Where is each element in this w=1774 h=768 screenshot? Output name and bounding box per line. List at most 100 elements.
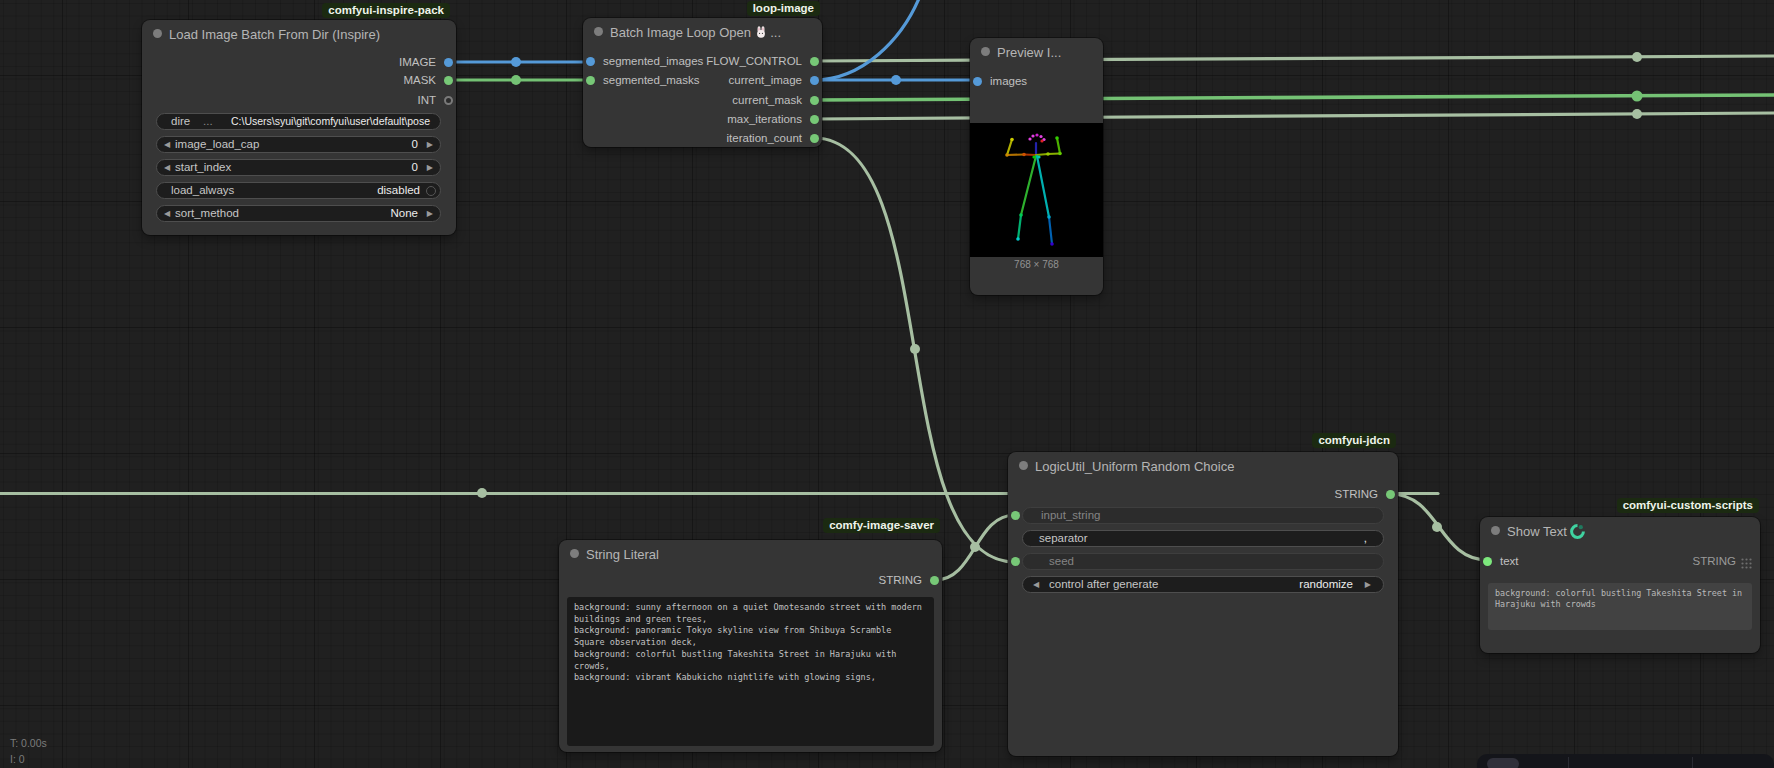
node-partial-bottom[interactable] <box>1477 754 1774 768</box>
node-load-image-batch[interactable]: Load Image Batch From Dir (Inspire) IMAG… <box>142 20 456 235</box>
increment-arrow-icon[interactable]: ▶ <box>427 137 433 152</box>
badge-inspire-pack: comfyui-inspire-pack <box>322 3 450 18</box>
output-label-int: INT <box>417 92 436 108</box>
link-dot <box>511 57 521 67</box>
widget-start-index[interactable]: ◀ start_index 0 ▶ <box>156 159 441 176</box>
widget-value: 0 <box>412 160 418 175</box>
input-port-seed[interactable] <box>1011 557 1020 566</box>
node-status-dot <box>153 29 162 38</box>
node-string-literal[interactable]: String Literal STRING background: sunny … <box>559 540 942 752</box>
node-title: Batch Image Loop Open ... <box>610 25 781 40</box>
link-dot <box>1432 522 1442 532</box>
output-port-current-mask[interactable] <box>810 96 819 105</box>
widget-name: control after generate <box>1049 577 1158 592</box>
node-collapse-pill <box>1487 758 1519 768</box>
node-graph-canvas[interactable]: comfyui-inspire-pack loop-image comfyui-… <box>0 0 1774 768</box>
show-text-output: background: colorful bustling Takeshita … <box>1488 583 1752 630</box>
divider <box>1568 757 1569 768</box>
input-port-images[interactable] <box>973 77 982 86</box>
node-status-dot <box>981 47 990 56</box>
node-batch-image-loop[interactable]: Batch Image Loop Open ... segmented_imag… <box>583 18 822 147</box>
node-title: Load Image Batch From Dir (Inspire) <box>169 27 380 42</box>
node-logicutil-random-choice[interactable]: LogicUtil_Uniform Random Choice STRING i… <box>1008 452 1398 756</box>
widget-directory[interactable]: dire ... C:\Users\syui\git\comfyui\user\… <box>156 113 441 130</box>
node-title: LogicUtil_Uniform Random Choice <box>1035 459 1234 474</box>
grid-icon <box>1741 558 1752 569</box>
decrement-arrow-icon[interactable]: ◀ <box>1033 577 1039 592</box>
input-label-segmented-masks: segmented_masks <box>603 72 700 88</box>
input-label-segmented-images: segmented_images <box>603 53 703 69</box>
link-dot <box>970 542 980 552</box>
output-port-image[interactable] <box>444 58 453 67</box>
widget-value: disabled <box>377 183 420 198</box>
widget-name: separator <box>1039 531 1088 546</box>
widget-seed: seed <box>1022 553 1384 570</box>
widget-load-always[interactable]: load_always disabled <box>156 182 441 199</box>
widget-value: randomize <box>1299 577 1353 592</box>
link-dot <box>1632 52 1642 62</box>
node-status-dot <box>1491 526 1500 535</box>
toggle-off-icon[interactable] <box>426 186 436 196</box>
widget-ellipsis: ... <box>203 114 213 129</box>
output-label-flow-control: FLOW_CONTROL <box>706 53 802 69</box>
input-port-input-string[interactable] <box>1011 511 1020 520</box>
node-title: String Literal <box>586 547 659 562</box>
widget-image-load-cap[interactable]: ◀ image_load_cap 0 ▶ <box>156 136 441 153</box>
widget-value: C:\Users\syui\git\comfyui\user\default\p… <box>231 114 430 129</box>
link-current-mask <box>814 95 1774 100</box>
output-label-current-mask: current_mask <box>732 92 802 108</box>
input-label-images: images <box>990 73 1027 89</box>
output-label-string: STRING <box>1693 553 1736 569</box>
input-port-segmented-images[interactable] <box>586 57 595 66</box>
decrement-arrow-icon[interactable]: ◀ <box>164 137 170 152</box>
decrement-arrow-icon[interactable]: ◀ <box>164 160 170 175</box>
divider <box>1692 757 1693 768</box>
widget-value: , <box>1364 531 1367 546</box>
output-port-flow-control[interactable] <box>810 57 819 66</box>
link-current-image-up <box>814 0 920 80</box>
widget-name: start_index <box>175 160 231 175</box>
widget-value: 0 <box>412 137 418 152</box>
widget-name: load_always <box>171 183 234 198</box>
link-dot <box>891 75 901 85</box>
output-port-int[interactable] <box>444 96 453 105</box>
widget-name: image_load_cap <box>175 137 259 152</box>
increment-arrow-icon[interactable]: ▶ <box>427 206 433 221</box>
link-dot <box>1632 91 1643 102</box>
output-port-iteration-count[interactable] <box>810 134 819 143</box>
widget-sort-method[interactable]: ◀ sort_method None ▶ <box>156 205 441 222</box>
input-port-text[interactable] <box>1483 557 1492 566</box>
widget-separator[interactable]: separator , <box>1022 530 1384 547</box>
output-label-string: STRING <box>879 572 922 588</box>
decrement-arrow-icon[interactable]: ◀ <box>164 206 170 221</box>
badge-comfyui-jdcn: comfyui-jdcn <box>1312 433 1396 448</box>
increment-arrow-icon[interactable]: ▶ <box>427 160 433 175</box>
link-flow-control <box>814 56 1774 61</box>
output-label-current-image: current_image <box>728 72 802 88</box>
output-port-max-iterations[interactable] <box>810 115 819 124</box>
output-label-string: STRING <box>1335 486 1378 502</box>
output-port-current-image[interactable] <box>810 76 819 85</box>
output-label-mask: MASK <box>403 72 436 88</box>
input-port-segmented-masks[interactable] <box>586 76 595 85</box>
openpose-skeleton <box>970 123 1103 257</box>
output-port-string[interactable] <box>930 576 939 585</box>
link-dot <box>477 488 487 498</box>
node-show-text[interactable]: Show Text text STRING background: colorf… <box>1480 517 1760 653</box>
widget-name: input_string <box>1041 508 1100 523</box>
output-label-image: IMAGE <box>399 54 436 70</box>
widget-control-after-generate[interactable]: ◀ control after generate randomize ▶ <box>1022 576 1384 593</box>
widget-value: None <box>391 206 419 221</box>
input-label-text: text <box>1500 553 1519 569</box>
widget-name: seed <box>1049 554 1074 569</box>
node-preview-image[interactable]: Preview I... images <box>970 38 1103 295</box>
node-title: Show Text <box>1507 524 1585 539</box>
link-dot <box>511 75 521 85</box>
increment-arrow-icon[interactable]: ▶ <box>1365 577 1371 592</box>
widget-name: sort_method <box>175 206 239 221</box>
widget-name: dire <box>171 114 190 129</box>
output-port-mask[interactable] <box>444 76 453 85</box>
string-literal-textarea[interactable]: background: sunny afternoon on a quiet O… <box>567 597 934 746</box>
node-title: Preview I... <box>997 45 1061 60</box>
output-port-string[interactable] <box>1386 490 1395 499</box>
